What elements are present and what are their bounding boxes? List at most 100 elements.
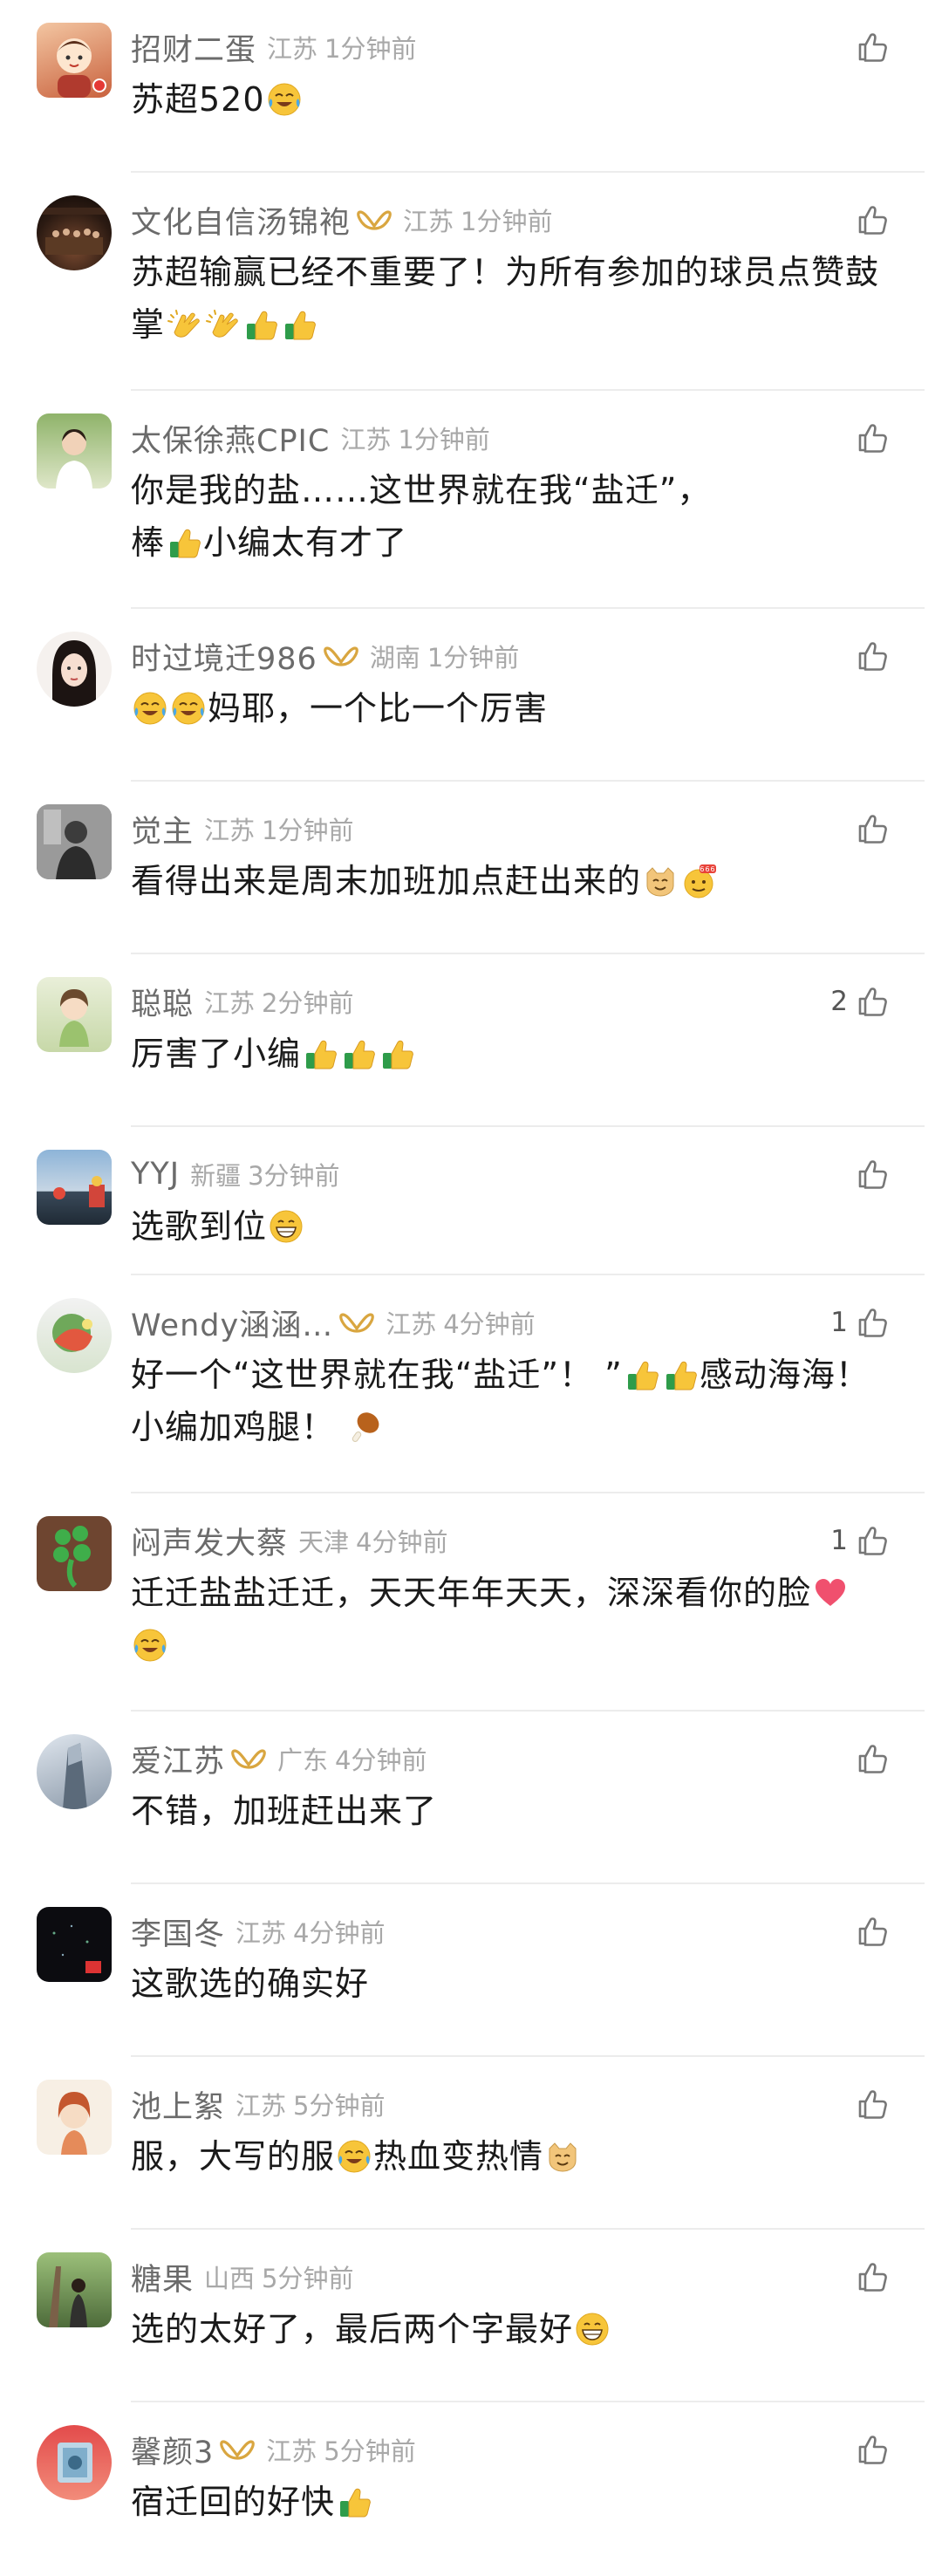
thumbs-up-like-icon [855,1523,890,1558]
like-button[interactable] [848,2258,890,2296]
cry-laugh-emoji-icon [132,690,168,727]
comment-item: 李国冬 江苏 4分钟前 这歌选的确实好 [0,1884,942,2057]
username[interactable]: YYJ [131,1157,180,1192]
like-button[interactable] [848,1155,890,1193]
comment-item: 文化自信汤锦袍 江苏 1分钟前 苏超输赢已经不重要了！为所有参加的球员点赞鼓掌 [0,173,942,391]
timestamp: 4分钟前 [293,1918,386,1948]
grin-emoji-icon [574,2311,611,2347]
like-button[interactable] [848,810,890,848]
comment-text-content: 苏超输赢已经不重要了！为所有参加的球员点赞鼓 [131,253,880,291]
comment-text-content: 掌 [131,305,166,344]
thumbs-up-like-icon [855,984,890,1019]
avatar[interactable] [37,2252,112,2327]
thumbs-up-like-icon [855,1741,890,1776]
avatar-photo-icon [52,1924,101,1973]
username[interactable]: 文化自信汤锦袍 [131,198,351,243]
comment-text-content: 感动海海！ [699,1356,870,1394]
comment-text: 厉害了小编 [131,1028,890,1080]
cry-laugh-emoji-icon [266,81,303,118]
comment-list: 招财二蛋 江苏 1分钟前 苏超520 文化自信汤锦袍 江苏 1分钟前 苏超输赢已… [0,0,942,2576]
username[interactable]: 时过境迁986 [131,634,317,679]
username[interactable]: 聪聪 [131,980,194,1024]
region-label: 江苏 [340,425,392,454]
avatar-photo-icon [58,2443,92,2483]
timestamp: 4分钟前 [443,1309,536,1339]
like-button[interactable] [848,1739,890,1778]
like-button[interactable]: 1 [830,1521,890,1560]
clap-emoji-icon [204,306,241,343]
username[interactable]: 招财二蛋 [131,25,256,70]
comment-meta: YYJ 新疆 3分钟前 [131,1151,340,1197]
like-button[interactable] [848,2430,890,2469]
thumbs-up-emoji-icon [662,1356,699,1393]
like-button[interactable]: 2 [830,982,890,1021]
username[interactable]: Wendy涵涵… [131,1301,333,1345]
like-button[interactable] [848,637,890,675]
comment-meta: 李国冬 江苏 4分钟前 [131,1909,385,1954]
timestamp: 1分钟前 [427,643,520,673]
comment-text: 不错，加班赶出来了 [131,1785,890,1837]
username[interactable]: 闷声发大蔡 [131,1519,288,1563]
thumbs-up-like-icon [855,811,890,846]
avatar[interactable] [37,632,112,707]
666-emoji-icon [680,863,717,899]
vip-badge-icon [230,1746,267,1772]
comment-item: 时过境迁986 湖南 1分钟前 妈耶，一个比一个厉害 [0,609,942,782]
thumbs-up-like-icon [855,639,890,673]
thumbs-up-emoji-icon [242,306,279,343]
timestamp: 4分钟前 [335,1746,427,1775]
comment-text: 迁迁盐盐迁迁，天天年年天天，深深看你的脸 [131,1567,890,1671]
avatar[interactable] [37,2080,112,2155]
like-button[interactable] [848,28,890,66]
region-label: 新疆 [190,1161,242,1191]
avatar-badge [92,79,106,92]
grin-emoji-icon [268,1208,304,1245]
like-button[interactable] [848,419,890,457]
region-label: 江苏 [236,2091,287,2121]
comment-text-content: 你是我的盐……这世界就在我“盐迁”， [131,471,712,509]
comment-text-content: 好一个“这世界就在我“盐迁”！ ” [131,1356,623,1394]
username[interactable]: 太保徐燕CPIC [131,416,330,461]
comment-item: Wendy涵涵… 江苏 4分钟前 好一个“这世界就在我“盐迁”！ ” 感动海海！ 小… [0,1275,942,1493]
like-button[interactable] [848,2085,890,2123]
username[interactable]: 池上絮 [131,2082,225,2127]
avatar[interactable] [37,1734,112,1809]
timestamp: 5分钟前 [262,2264,354,2293]
avatar[interactable] [37,413,112,489]
username[interactable]: 觉主 [131,807,194,851]
username[interactable]: 糖果 [131,2255,194,2299]
region-label: 湖南 [369,643,420,673]
avatar[interactable] [37,804,112,879]
comment-text-content: 小编加鸡腿！ [131,1408,336,1446]
avatar-photo-icon [56,429,92,489]
username[interactable]: 馨颜3 [131,2428,214,2472]
like-button[interactable] [848,1912,890,1951]
avatar[interactable] [37,1907,112,1982]
comment-text: 宿迁回的好快 [131,2476,890,2528]
comment-text: 苏超520 [131,73,890,126]
thumbs-up-like-icon [855,2087,890,2122]
avatar[interactable] [37,1298,112,1373]
comment-item: 觉主 江苏 1分钟前 看得出来是周末加班加点赶出来的 [0,782,942,954]
avatar[interactable] [37,977,112,1052]
comment-text-content: 小编太有才了 [203,523,408,562]
avatar-photo-icon [63,1743,87,1809]
username[interactable]: 李国冬 [131,1910,225,1954]
region-label: 山西 [204,2264,256,2293]
timestamp: 2分钟前 [262,988,354,1018]
avatar[interactable] [37,195,112,270]
comment-meta: 池上絮 江苏 5分钟前 [131,2081,385,2127]
username[interactable]: 爱江苏 [131,1737,225,1781]
avatar-photo-icon [42,208,106,255]
avatar[interactable] [37,1150,112,1225]
avatar[interactable] [37,2425,112,2500]
comment-text-content: 热血变热情 [373,2137,544,2176]
comment-text-content: 棒 [131,523,166,562]
avatar-photo-icon [37,804,112,879]
timestamp: 5分钟前 [324,2436,416,2466]
avatar[interactable] [37,1516,112,1591]
avatar[interactable] [37,23,112,98]
like-button[interactable] [848,201,890,239]
avatar-illustration-icon [52,1314,92,1352]
like-button[interactable]: 1 [830,1303,890,1342]
